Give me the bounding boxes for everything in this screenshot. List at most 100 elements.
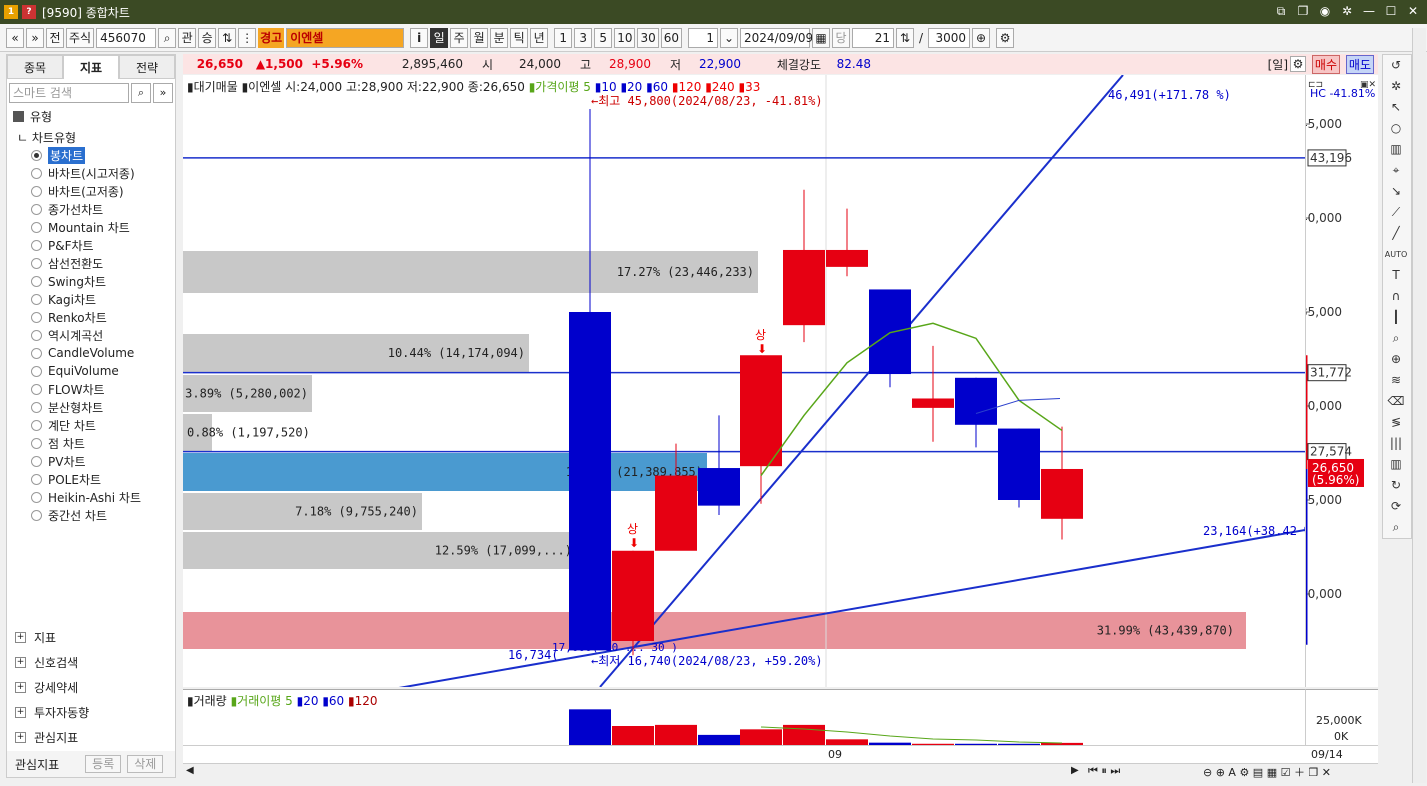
interval-30[interactable]: 30 bbox=[637, 27, 659, 48]
chart-type-item[interactable]: FLOW차트 bbox=[31, 380, 175, 398]
copy-icon[interactable]: ❐ bbox=[1295, 2, 1311, 20]
interval-3[interactable]: 3 bbox=[574, 27, 593, 48]
radio-icon[interactable] bbox=[31, 365, 42, 377]
chart-type-item[interactable]: CandleVolume bbox=[31, 344, 175, 362]
period-week[interactable]: 주 bbox=[450, 27, 469, 48]
scroll-left-icon[interactable]: ◀ bbox=[186, 765, 194, 776]
chart-type-item[interactable]: 계단 차트 bbox=[31, 416, 175, 434]
candle-icon[interactable]: ┃ bbox=[1383, 307, 1409, 328]
chevron-down-icon[interactable]: ⌄ bbox=[720, 27, 739, 48]
dang-button[interactable]: 당 bbox=[832, 27, 851, 48]
price-chart[interactable]: 17.27% (23,446,233) 10.44% (14,174,094) 3.… bbox=[183, 75, 1305, 687]
group-4[interactable]: + 관심지표 bbox=[7, 725, 175, 749]
radio-icon[interactable] bbox=[31, 455, 42, 467]
sang-button[interactable]: 승 bbox=[198, 27, 217, 48]
cursor-icon[interactable]: ↖ bbox=[1383, 97, 1409, 118]
chart-type-item[interactable]: 봉차트 bbox=[31, 146, 175, 164]
auto-icon[interactable]: AUTO bbox=[1383, 244, 1409, 265]
chart-type-item[interactable]: 삼선전환도 bbox=[31, 254, 175, 272]
sell-button[interactable]: 매도 bbox=[1345, 54, 1374, 74]
radio-icon[interactable] bbox=[31, 311, 42, 323]
camera-icon[interactable]: ◉ bbox=[1317, 2, 1333, 20]
window-scrollbar[interactable] bbox=[1412, 28, 1426, 783]
radio-icon[interactable] bbox=[31, 221, 42, 233]
radio-icon[interactable] bbox=[31, 239, 42, 251]
close-icon[interactable]: ✕ bbox=[1405, 2, 1421, 20]
group-2[interactable]: + 강세약세 bbox=[7, 675, 175, 699]
line-tool-icon[interactable]: ⟋ bbox=[1383, 202, 1409, 223]
magnet-icon[interactable]: ∩ bbox=[1383, 286, 1409, 307]
columns-icon[interactable]: ▥ bbox=[1383, 454, 1409, 475]
tab-strategy[interactable]: 전략 bbox=[119, 55, 175, 79]
stats-icon[interactable]: ▥ bbox=[1383, 139, 1409, 160]
text-icon[interactable]: T bbox=[1383, 265, 1409, 286]
tab-stocks[interactable]: 종목 bbox=[7, 55, 63, 79]
radio-icon[interactable] bbox=[31, 149, 42, 161]
radio-icon[interactable] bbox=[31, 203, 42, 215]
fibonacci-icon[interactable]: ≋ bbox=[1383, 370, 1409, 391]
info-button[interactable]: i bbox=[410, 27, 429, 48]
bars-icon[interactable]: ||| bbox=[1383, 433, 1409, 454]
trendline-icon[interactable]: ╱ bbox=[1383, 223, 1409, 244]
interval-10[interactable]: 10 bbox=[614, 27, 636, 48]
radio-icon[interactable] bbox=[31, 167, 42, 179]
config-icon[interactable]: ⚙ bbox=[1290, 56, 1306, 72]
radio-icon[interactable] bbox=[31, 401, 42, 413]
chart-type-item[interactable]: POLE차트 bbox=[31, 470, 175, 488]
calendar-icon[interactable]: ▦ bbox=[812, 27, 831, 48]
chart-type-item[interactable]: 분산형차트 bbox=[31, 398, 175, 416]
bar-count-stepper[interactable]: ⇅ bbox=[896, 27, 915, 48]
chart-scrollbar[interactable]: ◀ ▶ ⏮ ⏸ ⏭ ⊖ ⊕ A ⚙ ▤ ▦ ☑ ＋ ❐ ✕ bbox=[183, 763, 1378, 779]
group-0[interactable]: + 지표 bbox=[7, 625, 175, 649]
smart-search-input[interactable]: 스마트 검색 bbox=[9, 83, 129, 103]
refresh-icon[interactable]: ⟳ bbox=[1383, 496, 1409, 517]
radio-icon[interactable] bbox=[31, 329, 42, 341]
market-select[interactable]: 주식 bbox=[66, 27, 95, 48]
group-1[interactable]: + 신호검색 bbox=[7, 650, 175, 674]
zigzag-icon[interactable]: ≶ bbox=[1383, 412, 1409, 433]
stepper-icon[interactable]: ⇅ bbox=[218, 27, 237, 48]
expand-plus-icon[interactable]: + bbox=[15, 706, 26, 718]
chart-type-item[interactable]: 종가선차트 bbox=[31, 200, 175, 218]
radio-icon[interactable] bbox=[31, 491, 42, 503]
max-bars-input[interactable]: 3000 bbox=[928, 27, 971, 48]
volume-chart[interactable]: ▮거래량 ▮거래이평 5 ▮20 ▮60 ▮120 bbox=[183, 689, 1305, 746]
radio-icon[interactable] bbox=[31, 509, 42, 521]
period-tick[interactable]: 틱 bbox=[510, 27, 529, 48]
expand-plus-icon[interactable]: + bbox=[15, 656, 26, 668]
interval-count-input[interactable]: 1 bbox=[688, 27, 719, 48]
settings-icon[interactable]: ✲ bbox=[1339, 2, 1355, 20]
radio-icon[interactable] bbox=[31, 257, 42, 269]
eraser-icon[interactable]: ⌫ bbox=[1383, 391, 1409, 412]
date-input[interactable]: 2024/09/09 bbox=[740, 27, 813, 48]
menu-icon[interactable]: ⋮ bbox=[238, 27, 257, 48]
circle-icon[interactable]: ○ bbox=[1383, 118, 1409, 139]
chart-type-item[interactable]: Heikin-Ashi 차트 bbox=[31, 488, 175, 506]
chart-type-item[interactable]: 중간선 차트 bbox=[31, 506, 175, 524]
interval-1[interactable]: 1 bbox=[554, 27, 573, 48]
stock-code-input[interactable]: 456070 bbox=[96, 27, 157, 48]
interval-5[interactable]: 5 bbox=[594, 27, 613, 48]
register-button[interactable]: 등록 bbox=[85, 755, 122, 773]
chart-type-item[interactable]: 점 차트 bbox=[31, 434, 175, 452]
radio-icon[interactable] bbox=[31, 383, 42, 395]
playback-controls[interactable]: ⏮ ⏸ ⏭ bbox=[1088, 764, 1120, 778]
period-month[interactable]: 월 bbox=[470, 27, 489, 48]
expand-plus-icon[interactable]: + bbox=[15, 681, 26, 693]
nav-down-button[interactable]: » bbox=[26, 27, 44, 48]
radio-icon[interactable] bbox=[31, 473, 42, 485]
minimize-icon[interactable]: — bbox=[1361, 2, 1377, 20]
buy-button[interactable]: 매수 bbox=[1311, 54, 1340, 74]
chart-type-item[interactable]: 역시계곡선 bbox=[31, 326, 175, 344]
bar-count-input[interactable]: 21 bbox=[852, 27, 895, 48]
maximize-icon[interactable]: ☐ bbox=[1383, 2, 1399, 20]
tab-indicators[interactable]: 지표 bbox=[63, 55, 119, 79]
magnify-icon[interactable]: ⌕ bbox=[1383, 517, 1409, 538]
radio-icon[interactable] bbox=[31, 419, 42, 431]
chart-type-item[interactable]: Kagi차트 bbox=[31, 290, 175, 308]
expand-plus-icon[interactable]: + bbox=[15, 731, 26, 743]
zoom-controls[interactable]: ⊖ ⊕ A ⚙ ▤ ▦ ☑ ＋ ❐ ✕ bbox=[1203, 764, 1331, 780]
chart-type-item[interactable]: P&F차트 bbox=[31, 236, 175, 254]
chart-type-item[interactable]: EquiVolume bbox=[31, 362, 175, 380]
settings-icon[interactable]: ✲ bbox=[1383, 76, 1409, 97]
